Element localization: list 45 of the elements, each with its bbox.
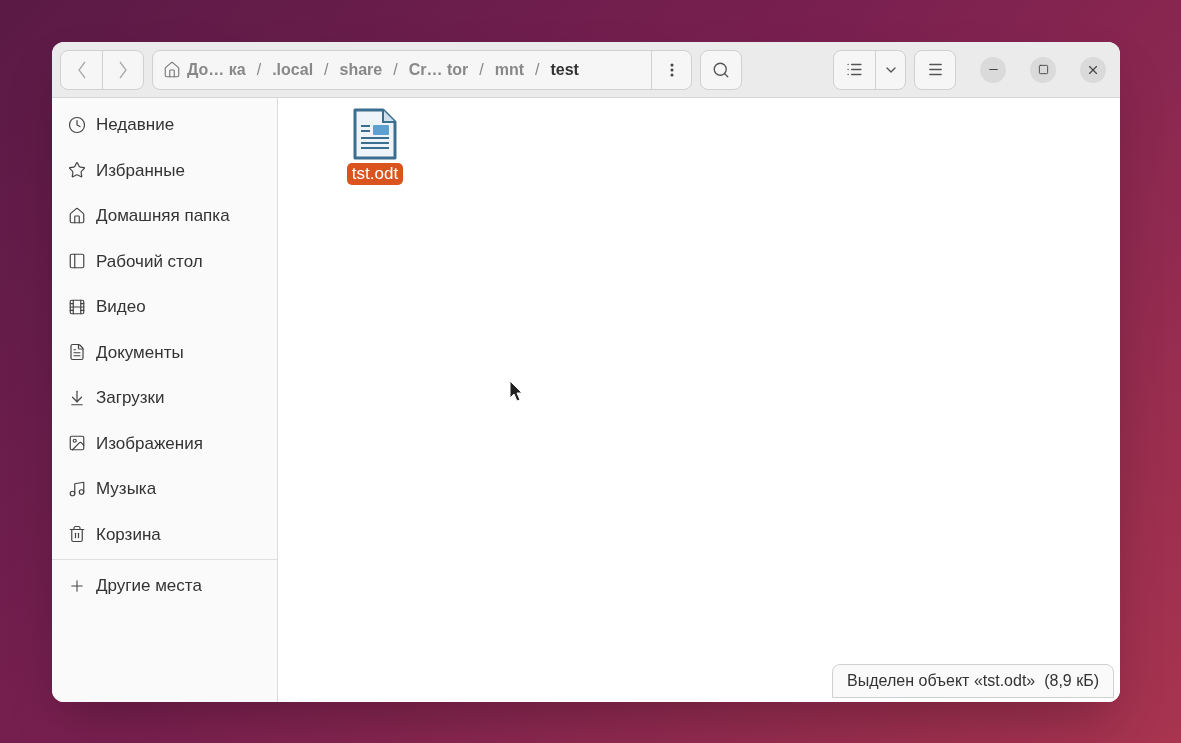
mouse-pointer-icon bbox=[509, 380, 523, 402]
download-icon bbox=[68, 388, 86, 407]
status-label: Выделен объект «tst.odt» (8,9 кБ) bbox=[832, 664, 1114, 698]
sidebar-item[interactable]: Избранные bbox=[52, 147, 277, 193]
trash-icon bbox=[68, 525, 86, 544]
maximize-icon bbox=[1037, 64, 1049, 75]
path-separator: / bbox=[392, 59, 399, 80]
image-icon bbox=[68, 434, 86, 453]
plus-icon bbox=[68, 577, 86, 595]
sidebar-item[interactable]: Домашняя папка bbox=[52, 193, 277, 239]
chevron-right-icon bbox=[119, 60, 127, 79]
sidebar-item[interactable]: Изображения bbox=[52, 420, 277, 466]
file-name: tst.odt bbox=[346, 163, 404, 185]
sidebar-item[interactable]: Музыка bbox=[52, 466, 277, 512]
path-separator: / bbox=[534, 59, 541, 80]
list-icon bbox=[846, 61, 863, 78]
close-button[interactable] bbox=[1080, 56, 1106, 83]
sidebar-item[interactable]: Корзина bbox=[52, 511, 277, 557]
music-note-icon bbox=[68, 479, 86, 498]
vertical-dots-icon bbox=[669, 62, 674, 77]
sidebar-item[interactable]: Загрузки bbox=[52, 375, 277, 421]
film-icon bbox=[68, 297, 86, 316]
search-button[interactable] bbox=[700, 49, 742, 90]
home-icon bbox=[163, 60, 181, 79]
sidebar-item[interactable]: Другие места bbox=[52, 562, 277, 610]
menu-button[interactable] bbox=[914, 49, 956, 90]
panel-icon bbox=[68, 252, 86, 271]
clock-icon bbox=[68, 115, 86, 134]
star-icon bbox=[68, 161, 86, 180]
sidebar-item[interactable]: Недавние bbox=[52, 102, 277, 148]
document-icon bbox=[68, 343, 86, 362]
sidebar-item[interactable]: Документы bbox=[52, 329, 277, 375]
menu-icon bbox=[926, 61, 944, 78]
sidebar-item[interactable]: Видео bbox=[52, 284, 277, 330]
path-separator: / bbox=[255, 59, 263, 80]
sidebar-item[interactable]: Рабочий стол bbox=[52, 238, 277, 284]
file-item[interactable]: tst.odt bbox=[340, 106, 410, 185]
path-segment[interactable]: test bbox=[550, 57, 579, 82]
house-icon bbox=[68, 206, 86, 225]
document-icon bbox=[351, 106, 399, 162]
path-separator: / bbox=[323, 59, 330, 80]
maximize-button[interactable] bbox=[1030, 56, 1056, 83]
search-icon bbox=[712, 60, 730, 79]
chevron-left-icon bbox=[77, 60, 86, 79]
path-separator: / bbox=[478, 59, 485, 80]
